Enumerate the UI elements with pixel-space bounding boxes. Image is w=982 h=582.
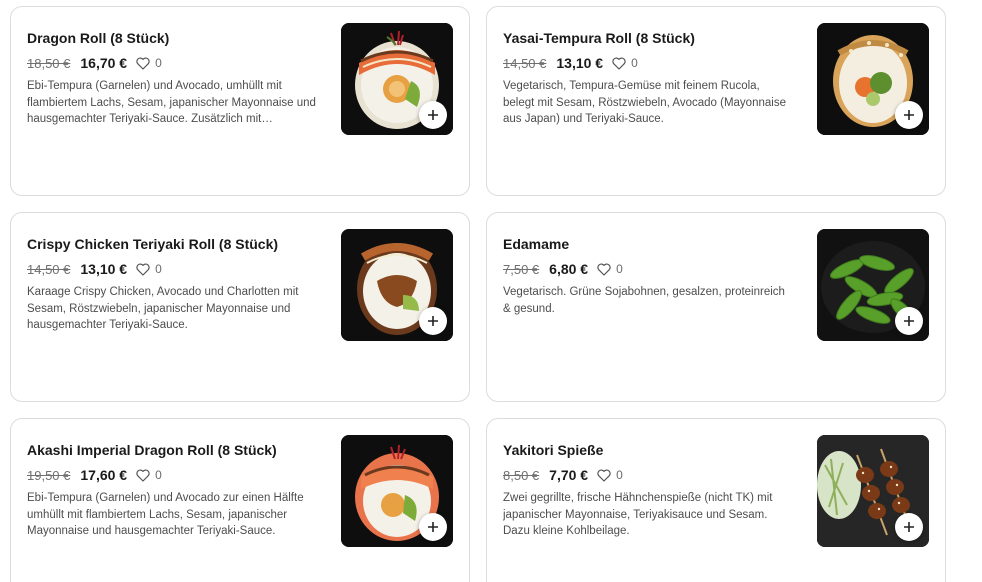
item-title: Edamame (503, 236, 570, 252)
like-count: 0 (155, 468, 162, 482)
heart-icon (597, 262, 611, 276)
like-count: 0 (616, 468, 623, 482)
like-button[interactable]: 0 (597, 262, 623, 276)
plus-icon (428, 522, 438, 532)
item-title: Crispy Chicken Teriyaki Roll (8 Stück) (27, 236, 279, 252)
heart-icon (136, 468, 150, 482)
old-price: 7,50 € (503, 261, 540, 277)
add-to-cart-button[interactable] (419, 101, 447, 129)
add-to-cart-button[interactable] (895, 513, 923, 541)
item-title: Yasai-Tempura Roll (8 Stück) (503, 30, 695, 46)
like-count: 0 (155, 262, 162, 276)
add-to-cart-button[interactable] (895, 307, 923, 335)
current-price: 13,10 € (556, 55, 604, 71)
menu-item-card[interactable]: Yakitori Spieße 8,50 € 7,70 € 0 Zwei geg… (486, 418, 946, 582)
heart-icon (597, 468, 611, 482)
price-row: 7,50 € 6,80 € 0 (503, 260, 623, 278)
current-price: 17,60 € (80, 467, 128, 483)
heart-icon (612, 56, 626, 70)
item-description: Ebi-Tempura (Garnelen) und Avocado zur e… (27, 492, 304, 537)
old-price: 18,50 € (27, 55, 71, 71)
price-row: 18,50 € 16,70 € 0 (27, 54, 162, 72)
old-price: 8,50 € (503, 467, 540, 483)
add-to-cart-button[interactable] (419, 307, 447, 335)
plus-icon (428, 110, 438, 120)
plus-icon (904, 110, 914, 120)
current-price: 6,80 € (549, 261, 589, 277)
current-price: 13,10 € (80, 261, 128, 277)
item-description: Vegetarisch, Tempura-Gemüse mit feinem R… (503, 80, 786, 125)
old-price: 19,50 € (27, 467, 71, 483)
heart-icon (136, 56, 150, 70)
plus-icon (904, 522, 914, 532)
item-title: Dragon Roll (8 Stück) (27, 30, 170, 46)
like-count: 0 (155, 56, 162, 70)
item-description: Zwei gegrillte, frische Hähnchenspieße (… (503, 492, 773, 537)
like-button[interactable]: 0 (136, 468, 162, 482)
like-button[interactable]: 0 (612, 56, 638, 70)
old-price: 14,50 € (503, 55, 547, 71)
menu-item-card[interactable]: Yasai-Tempura Roll (8 Stück) 14,50 € 13,… (486, 6, 946, 196)
menu-item-card[interactable]: Edamame 7,50 € 6,80 € 0 Vegetarisch. Grü… (486, 212, 946, 402)
like-count: 0 (631, 56, 638, 70)
like-button[interactable]: 0 (597, 468, 623, 482)
old-price: 14,50 € (27, 261, 71, 277)
like-button[interactable]: 0 (136, 262, 162, 276)
item-description: Karaage Crispy Chicken, Avocado und Char… (27, 286, 299, 331)
menu-item-card[interactable]: Akashi Imperial Dragon Roll (8 Stück) 19… (10, 418, 470, 582)
item-title: Yakitori Spieße (503, 442, 604, 458)
menu-item-card[interactable]: Crispy Chicken Teriyaki Roll (8 Stück) 1… (10, 212, 470, 402)
item-description: Ebi-Tempura (Garnelen) und Avocado, umhü… (27, 80, 316, 125)
price-row: 14,50 € 13,10 € 0 (503, 54, 638, 72)
current-price: 16,70 € (80, 55, 128, 71)
add-to-cart-button[interactable] (419, 513, 447, 541)
plus-icon (904, 316, 914, 326)
current-price: 7,70 € (549, 467, 589, 483)
heart-icon (136, 262, 150, 276)
item-title: Akashi Imperial Dragon Roll (8 Stück) (27, 442, 277, 458)
price-row: 8,50 € 7,70 € 0 (503, 466, 623, 484)
like-count: 0 (616, 262, 623, 276)
add-to-cart-button[interactable] (895, 101, 923, 129)
price-row: 19,50 € 17,60 € 0 (27, 466, 162, 484)
plus-icon (428, 316, 438, 326)
menu-item-card[interactable]: Dragon Roll (8 Stück) 18,50 € 16,70 € 0 … (10, 6, 470, 196)
item-description: Vegetarisch. Grüne Sojabohnen, gesalzen,… (503, 286, 785, 315)
like-button[interactable]: 0 (136, 56, 162, 70)
price-row: 14,50 € 13,10 € 0 (27, 260, 162, 278)
